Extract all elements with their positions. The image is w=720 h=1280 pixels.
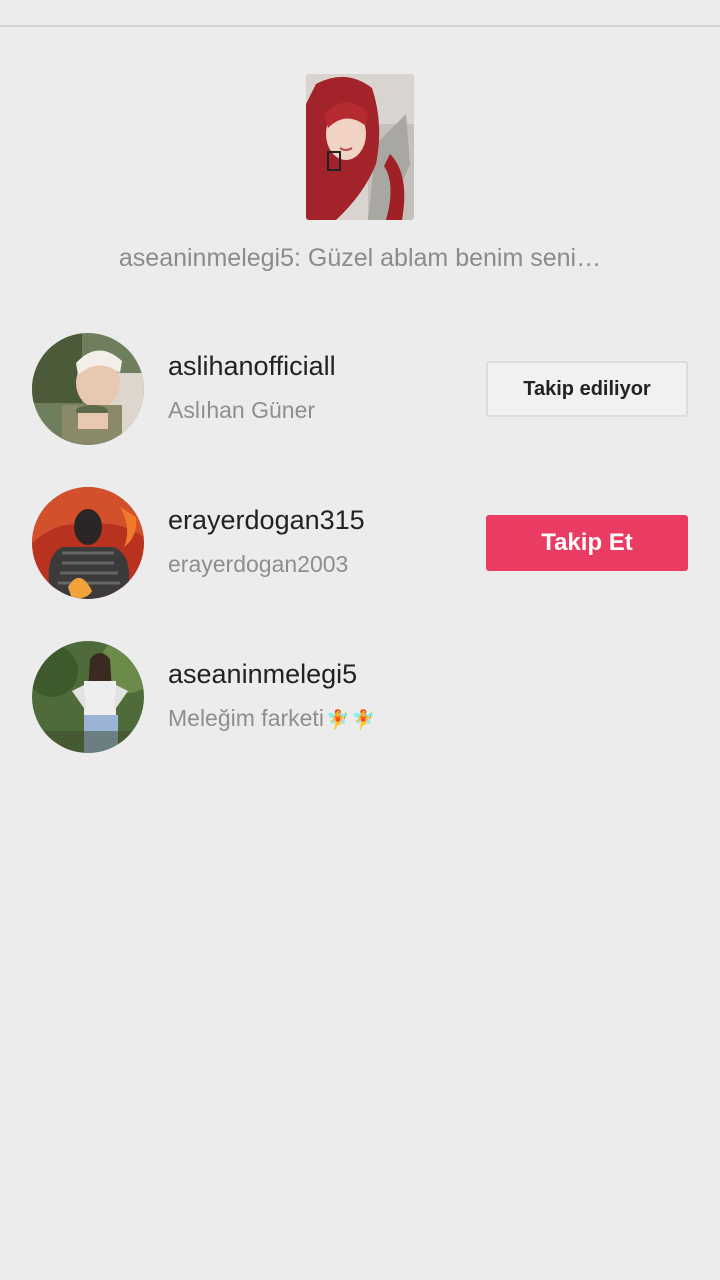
avatar[interactable] <box>32 333 144 445</box>
video-thumbnail[interactable] <box>306 74 414 220</box>
username[interactable]: erayerdogan315 <box>168 505 365 536</box>
fairy-icon: 🧚 <box>325 710 350 731</box>
username[interactable]: aslihanofficiall <box>168 351 336 382</box>
display-name: Aslıhan Güner <box>168 397 316 423</box>
avatar[interactable] <box>32 641 144 753</box>
top-divider <box>0 25 720 27</box>
video-comment-text: aseaninmelegi5: Güzel ablam benim seni… <box>118 244 602 272</box>
display-name: erayerdogan2003 <box>168 551 349 577</box>
page: aseaninmelegi5: Güzel ablam benim seni… … <box>0 0 720 1280</box>
user-row[interactable]: aslihanofficiall Aslıhan Güner Takip edi… <box>0 333 720 453</box>
follow-button[interactable]: Takip Et <box>486 515 688 571</box>
fairy-icon: 🧚 <box>351 710 376 731</box>
following-button[interactable]: Takip ediliyor <box>486 361 688 417</box>
bio-text-label: Meleğim farketi <box>168 705 324 731</box>
user-row[interactable]: erayerdogan315 erayerdogan2003 Takip Et <box>0 487 720 607</box>
bio-text: Meleğim farketi 🧚 🧚 <box>168 705 375 732</box>
user-row[interactable]: aseaninmelegi5 Meleğim farketi 🧚 🧚 <box>0 641 720 761</box>
username[interactable]: aseaninmelegi5 <box>168 659 357 690</box>
avatar[interactable] <box>32 487 144 599</box>
